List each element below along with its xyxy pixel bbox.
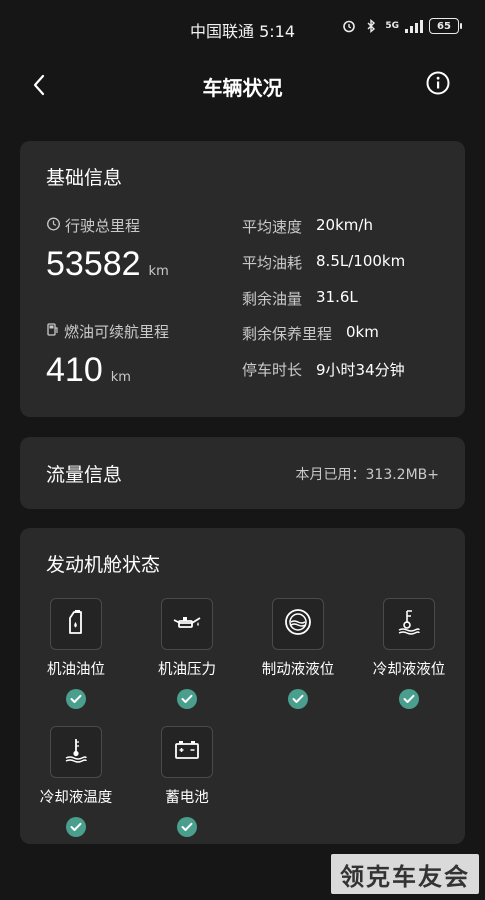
- detail-row: 平均油耗 8.5L/100km: [242, 252, 405, 273]
- detail-value: 8.5L/100km: [316, 252, 406, 270]
- check-icon: [177, 689, 197, 709]
- detail-label: 平均速度: [242, 218, 303, 236]
- detail-row: 剩余油量 31.6L: [242, 288, 358, 309]
- check-icon: [177, 817, 197, 837]
- item-icon-box: [272, 598, 324, 650]
- fuel-pump-icon: [46, 322, 60, 341]
- total-mileage-label-row: 行驶总里程: [46, 215, 140, 236]
- total-mileage-value: 53582: [46, 245, 141, 283]
- check-icon: [288, 689, 308, 709]
- traffic-card[interactable]: 流量信息 本月已用：313.2MB+: [20, 437, 465, 509]
- alarm-icon: [341, 18, 357, 34]
- item-label: 制动液液位: [261, 662, 335, 678]
- engine-status-card: 发动机舱状态 机油油位 机油压力 制动液液位 冷却液液位 冷却液温度 蓄电池: [20, 528, 465, 844]
- total-mileage-unit: km: [148, 264, 169, 279]
- status-bar: 中国联通 5:14 5G 65: [0, 0, 485, 58]
- oil-pressure-icon: [172, 612, 202, 636]
- engine-item-coolant-level[interactable]: 冷却液液位: [354, 598, 464, 709]
- battery-level: 65: [437, 20, 451, 32]
- info-button[interactable]: [425, 71, 451, 99]
- item-label: 蓄电池: [165, 790, 209, 806]
- detail-row: 剩余保养里程 0km: [242, 323, 379, 344]
- top-nav: 车辆状况: [0, 62, 485, 110]
- network-label: 5G: [385, 21, 399, 31]
- detail-value: 9小时34分钟: [316, 361, 405, 379]
- status-icons: 5G 65: [341, 18, 462, 34]
- engine-status-title: 发动机舱状态: [46, 554, 161, 576]
- info-circle-icon: [426, 71, 450, 99]
- detail-label: 停车时长: [242, 361, 303, 379]
- item-label: 机油压力: [158, 662, 216, 678]
- engine-item-coolant-temperature[interactable]: 冷却液温度: [21, 726, 131, 837]
- range: 410 km: [46, 351, 131, 390]
- timer-icon: [46, 216, 61, 235]
- basic-info-title: 基础信息: [46, 167, 123, 189]
- engine-item-oil-level[interactable]: 机油油位: [21, 598, 131, 709]
- detail-label: 平均油耗: [242, 254, 303, 272]
- chevron-left-icon: [31, 73, 47, 101]
- check-icon: [66, 817, 86, 837]
- item-icon-box: [161, 598, 213, 650]
- detail-value: 31.6L: [316, 288, 358, 306]
- item-icon-box: [50, 598, 102, 650]
- detail-row: 停车时长 9小时34分钟: [242, 359, 405, 380]
- detail-value: 20km/h: [316, 216, 373, 234]
- detail-row: 平均速度 20km/h: [242, 216, 373, 237]
- coolant-temperature-icon: [64, 737, 88, 767]
- total-mileage-label: 行驶总里程: [65, 217, 141, 235]
- engine-item-battery[interactable]: 蓄电池: [132, 726, 242, 837]
- check-icon: [66, 689, 86, 709]
- traffic-title: 流量信息: [46, 464, 123, 486]
- back-button[interactable]: [24, 72, 54, 102]
- battery-icon: [174, 739, 200, 765]
- bluetooth-icon: [363, 18, 379, 34]
- watermark-logo: 领克车友会: [331, 854, 479, 894]
- engine-item-brake-fluid[interactable]: 制动液液位: [243, 598, 353, 709]
- signal-icon: [405, 19, 423, 33]
- detail-value: 0km: [346, 323, 379, 341]
- brake-fluid-icon: [284, 608, 312, 640]
- detail-label: 剩余保养里程: [242, 325, 333, 343]
- item-icon-box: [50, 726, 102, 778]
- oil-can-icon: [65, 609, 87, 639]
- total-mileage: 53582 km: [46, 245, 169, 284]
- range-unit: km: [110, 370, 131, 385]
- engine-item-oil-pressure[interactable]: 机油压力: [132, 598, 242, 709]
- item-icon-box: [383, 598, 435, 650]
- coolant-level-icon: [397, 609, 421, 639]
- traffic-used: 本月已用：313.2MB+: [295, 467, 440, 483]
- detail-label: 剩余油量: [242, 290, 303, 308]
- page-title: 车辆状况: [202, 76, 283, 100]
- item-label: 冷却液温度: [39, 790, 113, 806]
- range-label: 燃油可续航里程: [64, 323, 170, 341]
- check-icon: [399, 689, 419, 709]
- range-label-row: 燃油可续航里程: [46, 321, 169, 342]
- basic-info-card: 基础信息 行驶总里程 53582 km 燃油可续航里程 410 km 平均速度 2…: [20, 141, 465, 417]
- item-label: 冷却液液位: [372, 662, 446, 678]
- range-value: 410: [46, 351, 103, 389]
- item-label: 机油油位: [47, 662, 105, 678]
- item-icon-box: [161, 726, 213, 778]
- battery-indicator: 65: [429, 18, 462, 34]
